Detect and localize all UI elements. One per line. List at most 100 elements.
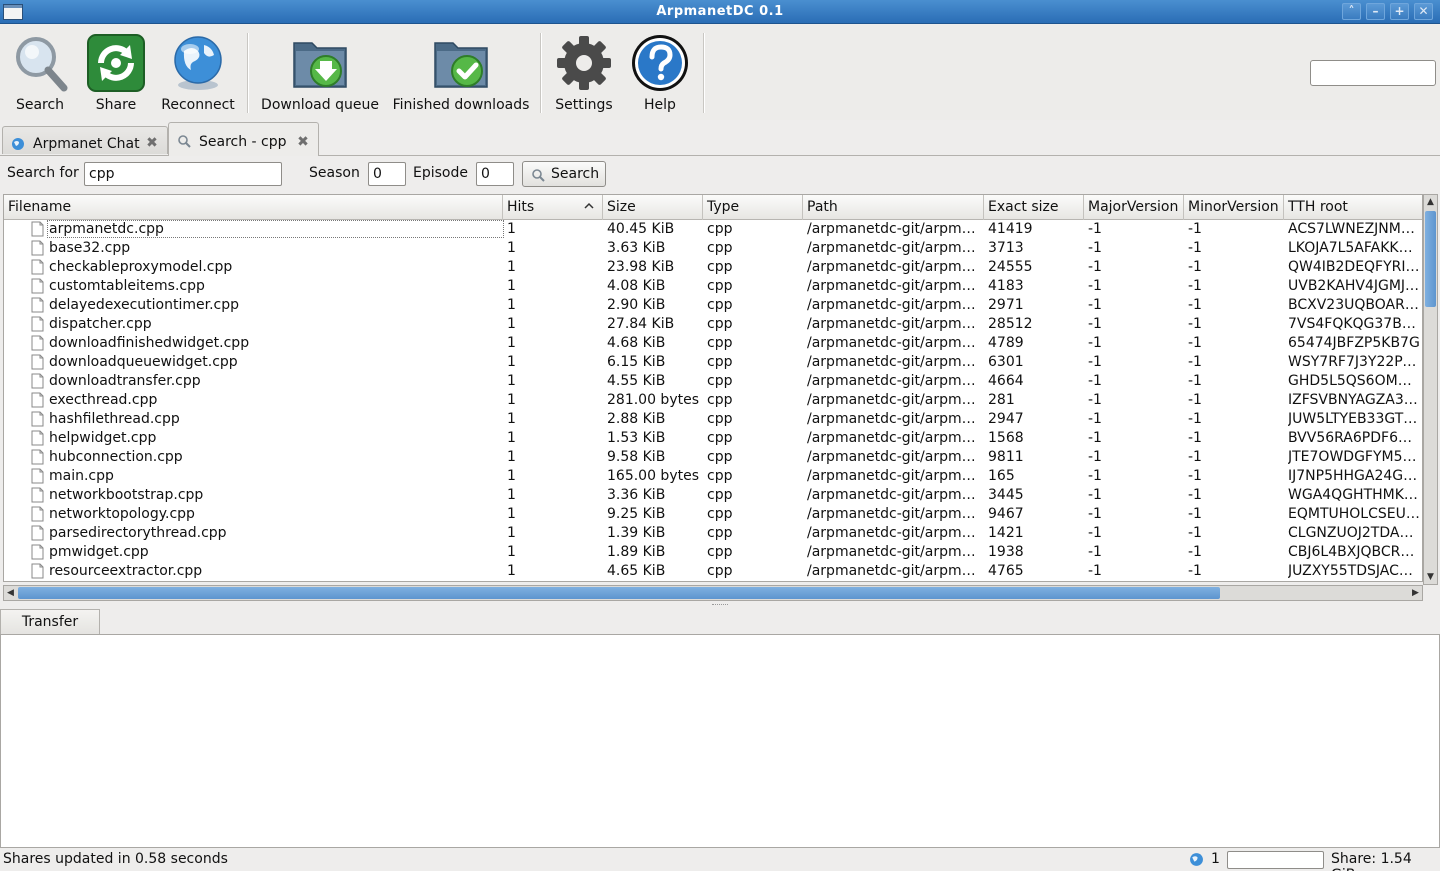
maximize-button[interactable]: +: [1390, 3, 1409, 20]
table-row[interactable]: networktopology.cpp 1 9.25 KiB cpp/arpmanet…: [4, 505, 1422, 524]
table-row[interactable]: hashfilethread.cpp 1 2.88 KiB cpp/arpmanetd…: [4, 410, 1422, 429]
cell-filename: dispatcher.cpp: [49, 316, 152, 332]
cell-path: /arpmanetdc-git/arpma...: [807, 392, 981, 408]
toolbar-label: Help: [644, 97, 676, 113]
toolbar-label: Download queue: [261, 97, 379, 113]
column-header-size[interactable]: Size: [603, 195, 703, 220]
status-message: Shares updated in 0.58 seconds: [3, 851, 228, 867]
cell-type: cpp: [707, 563, 733, 579]
file-icon: [31, 506, 44, 522]
help-icon: [632, 35, 688, 91]
cell-hits: 1: [507, 563, 516, 579]
scroll-up-icon[interactable]: ▲: [1424, 195, 1437, 209]
cell-minor-version: -1: [1188, 544, 1202, 560]
cell-filename: downloadqueuewidget.cpp: [49, 354, 238, 370]
column-header-exact-size[interactable]: Exact size: [984, 195, 1084, 220]
table-row[interactable]: base32.cpp 1 3.63 KiB cpp/arpmanetdc-git/ar…: [4, 239, 1422, 258]
cell-size: 4.55 KiB: [607, 373, 666, 389]
cell-major-version: -1: [1088, 354, 1102, 370]
toolbar-finished-downloads-button[interactable]: Finished downloads: [390, 31, 532, 119]
table-row[interactable]: resourceextractor.cpp 1 4.65 KiB cpp/arpman…: [4, 562, 1422, 581]
table-row[interactable]: arpmanetdc.cpp 1 40.45 KiB cpp/arpmanetdc-g…: [4, 220, 1422, 239]
minimize-button[interactable]: –: [1366, 3, 1385, 20]
scroll-down-icon[interactable]: ▼: [1424, 570, 1437, 584]
title-bar[interactable]: ArpmanetDC 0.1 ˄ – + ✕: [0, 0, 1440, 24]
table-row[interactable]: delayedexecutiontimer.cpp 1 2.90 KiB cpp/ar…: [4, 296, 1422, 315]
cell-type: cpp: [707, 221, 733, 237]
toolbar-reconnect-button[interactable]: Reconnect: [158, 31, 238, 119]
cell-major-version: -1: [1088, 392, 1102, 408]
column-header-path[interactable]: Path: [803, 195, 984, 220]
results-horizontal-scrollbar[interactable]: ◀ ▶: [3, 585, 1423, 601]
close-tab-icon[interactable]: ✖: [296, 135, 310, 149]
cell-filename: execthread.cpp: [49, 392, 158, 408]
table-row[interactable]: downloadqueuewidget.cpp 1 6.15 KiB cpp/arpm…: [4, 353, 1422, 372]
cell-hits: 1: [507, 278, 516, 294]
cell-type: cpp: [707, 468, 733, 484]
cell-path: /arpmanetdc-git/arpma...: [807, 221, 981, 237]
cell-exact-size: 4664: [988, 373, 1024, 389]
pane-splitter[interactable]: [0, 601, 1440, 609]
results-vertical-scrollbar[interactable]: ▲ ▼: [1423, 194, 1438, 585]
toolbar-help-button[interactable]: Help: [628, 31, 692, 119]
table-row[interactable]: downloadtransfer.cpp 1 4.55 KiB cpp/arpmane…: [4, 372, 1422, 391]
cell-minor-version: -1: [1188, 278, 1202, 294]
table-row[interactable]: downloadfinishedwidget.cpp 1 4.68 KiB cpp/a…: [4, 334, 1422, 353]
toolbar-share-button[interactable]: Share: [84, 31, 148, 119]
column-header-minor-version[interactable]: MinorVersion: [1184, 195, 1284, 220]
column-header-hits[interactable]: Hits: [503, 195, 603, 220]
season-input[interactable]: [368, 162, 406, 186]
column-header-filename[interactable]: Filename: [4, 195, 503, 220]
toolbar-quick-search-input[interactable]: [1310, 60, 1436, 86]
search-for-input[interactable]: [84, 162, 282, 186]
search-icon: [532, 169, 545, 182]
toolbar-settings-button[interactable]: Settings: [552, 31, 616, 119]
search-button-label: Search: [551, 166, 600, 182]
cell-filename: downloadfinishedwidget.cpp: [49, 335, 250, 351]
tab-search-cpp[interactable]: Search - cpp ✖: [168, 122, 319, 156]
table-row[interactable]: helpwidget.cpp 1 1.53 KiB cpp/arpmanetdc-gi…: [4, 429, 1422, 448]
table-row[interactable]: pmwidget.cpp 1 1.89 KiB cpp/arpmanetdc-git/…: [4, 543, 1422, 562]
cell-exact-size: 9811: [988, 449, 1024, 465]
cell-type: cpp: [707, 544, 733, 560]
close-button[interactable]: ✕: [1414, 3, 1433, 20]
table-row[interactable]: execthread.cpp 1 281.00 bytes cpp/arpmanetd…: [4, 391, 1422, 410]
shade-button[interactable]: ˄: [1342, 3, 1361, 20]
episode-input[interactable]: [476, 162, 514, 186]
cell-filename: hashfilethread.cpp: [49, 411, 180, 427]
table-row[interactable]: customtableitems.cpp 1 4.08 KiB cpp/arpmane…: [4, 277, 1422, 296]
cell-path: /arpmanetdc-git/arpma...: [807, 449, 981, 465]
cell-tth-root: WGA4QGHTHMKH4: [1288, 487, 1420, 503]
toolbar-download-queue-button[interactable]: Download queue: [258, 31, 382, 119]
tab-arpmanet-chat[interactable]: Arpmanet Chat ✖: [2, 126, 168, 154]
finished-folder-icon: [434, 42, 488, 88]
table-row[interactable]: main.cpp 1 165.00 bytes cpp/arpmanetdc-git/…: [4, 467, 1422, 486]
search-button[interactable]: Search: [522, 161, 606, 187]
close-tab-icon[interactable]: ✖: [145, 136, 159, 150]
column-header-tth-root[interactable]: TTH root: [1284, 195, 1422, 220]
table-row[interactable]: parsedirectorythread.cpp 1 1.39 KiB cpp/arp…: [4, 524, 1422, 543]
cell-tth-root: CLGNZUOJ2TDANW: [1288, 525, 1420, 541]
scroll-left-icon[interactable]: ◀: [4, 586, 17, 600]
toolbar-separator: [540, 33, 542, 113]
cell-type: cpp: [707, 259, 733, 275]
tab-transfer[interactable]: Transfer: [0, 609, 100, 635]
cell-path: /arpmanetdc-git/arpma...: [807, 487, 981, 503]
results-table[interactable]: Filename Hits Size Type Path Exact size …: [3, 194, 1423, 582]
table-row[interactable]: checkableproxymodel.cpp 1 23.98 KiB cpp/arp…: [4, 258, 1422, 277]
table-row[interactable]: networkbootstrap.cpp 1 3.36 KiB cpp/arpmane…: [4, 486, 1422, 505]
table-row[interactable]: hubconnection.cpp 1 9.58 KiB cpp/arpmanetdc…: [4, 448, 1422, 467]
scroll-thumb[interactable]: [18, 587, 1220, 599]
cell-hits: 1: [507, 221, 516, 237]
column-header-major-version[interactable]: MajorVersion: [1084, 195, 1184, 220]
scroll-right-icon[interactable]: ▶: [1409, 586, 1422, 600]
column-header-type[interactable]: Type: [703, 195, 803, 220]
toolbar-search-button[interactable]: Search: [8, 31, 72, 119]
file-icon: [31, 278, 44, 294]
cell-hits: 1: [507, 259, 516, 275]
cell-path: /arpmanetdc-git/arpma...: [807, 468, 981, 484]
scroll-thumb[interactable]: [1425, 211, 1436, 307]
cell-size: 3.63 KiB: [607, 240, 666, 256]
cell-path: /arpmanetdc-git/arpma...: [807, 259, 981, 275]
table-row[interactable]: dispatcher.cpp 1 27.84 KiB cpp/arpmanetdc-g…: [4, 315, 1422, 334]
